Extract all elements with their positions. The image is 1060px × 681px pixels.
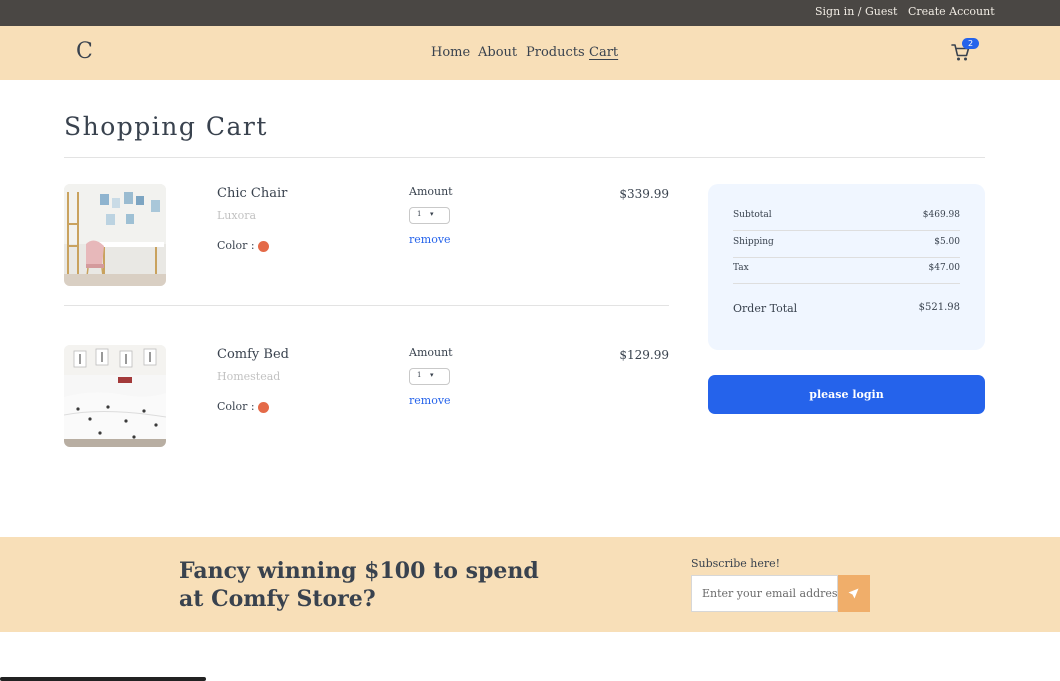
- order-total-label: Order Total: [733, 302, 798, 315]
- bottom-bar: [0, 677, 206, 681]
- nav-home[interactable]: Home: [431, 45, 470, 60]
- shipping-value: $5.00: [934, 237, 960, 247]
- order-summary: Subtotal $469.98 Shipping $5.00 Tax $47.…: [708, 184, 985, 350]
- product-image: [64, 345, 166, 447]
- subtotal-value: $469.98: [922, 210, 960, 220]
- subtotal-row: Subtotal $469.98: [733, 204, 960, 231]
- sign-in-link[interactable]: Sign in / Guest: [815, 5, 897, 18]
- logo[interactable]: C: [76, 39, 93, 64]
- item-divider: [64, 305, 669, 306]
- quantity-value: 1: [417, 371, 422, 379]
- order-total-row: Order Total $521.98: [733, 302, 960, 322]
- color-label: Color :: [217, 239, 255, 252]
- color-swatch: [258, 241, 269, 252]
- quantity-value: 1: [417, 210, 422, 218]
- nav-products[interactable]: Products: [526, 45, 585, 60]
- page-title: Shopping Cart: [64, 112, 268, 141]
- product-company: Homestead: [217, 370, 281, 383]
- tax-row: Tax $47.00: [733, 257, 960, 284]
- top-bar: Sign in / Guest Create Account: [0, 0, 1060, 26]
- quantity-select[interactable]: 1 ▾: [409, 207, 450, 224]
- email-input[interactable]: [691, 575, 838, 612]
- amount-label: Amount: [409, 346, 453, 359]
- subscribe-button[interactable]: [838, 575, 870, 612]
- cart-item: Comfy Bed Homestead Color : Amount 1 ▾ r…: [64, 345, 669, 447]
- send-icon: [848, 588, 859, 599]
- chevron-down-icon: ▾: [430, 371, 434, 379]
- create-account-link[interactable]: Create Account: [908, 5, 995, 18]
- product-price: $129.99: [619, 348, 669, 362]
- remove-link[interactable]: remove: [409, 233, 451, 246]
- tax-value: $47.00: [928, 263, 961, 273]
- color-label: Color :: [217, 400, 255, 413]
- product-name: Chic Chair: [217, 186, 288, 201]
- product-image: [64, 184, 166, 286]
- subtotal-label: Subtotal: [733, 210, 772, 220]
- newsletter-heading: Fancy winning $100 to spend at Comfy Sto…: [179, 558, 539, 612]
- product-company: Luxora: [217, 209, 257, 222]
- cart-count-badge: 2: [962, 38, 979, 49]
- tax-label: Tax: [733, 263, 749, 273]
- order-total-value: $521.98: [918, 302, 960, 313]
- subscribe-label: Subscribe here!: [691, 557, 781, 570]
- amount-label: Amount: [409, 185, 453, 198]
- remove-link[interactable]: remove: [409, 394, 451, 407]
- login-button[interactable]: please login: [708, 375, 985, 414]
- newsletter-section: Fancy winning $100 to spend at Comfy Sto…: [0, 537, 1060, 632]
- shipping-label: Shipping: [733, 237, 774, 247]
- nav-cart[interactable]: Cart: [589, 45, 618, 60]
- chevron-down-icon: ▾: [430, 210, 434, 218]
- title-divider: [64, 157, 985, 158]
- product-price: $339.99: [619, 187, 669, 201]
- shipping-row: Shipping $5.00: [733, 231, 960, 258]
- quantity-select[interactable]: 1 ▾: [409, 368, 450, 385]
- product-name: Comfy Bed: [217, 347, 289, 362]
- navbar: C Home About Products Cart 2: [0, 26, 1060, 80]
- nav-about[interactable]: About: [478, 45, 517, 60]
- cart-item: Chic Chair Luxora Color : Amount 1 ▾ rem…: [64, 184, 669, 286]
- color-swatch: [258, 402, 269, 413]
